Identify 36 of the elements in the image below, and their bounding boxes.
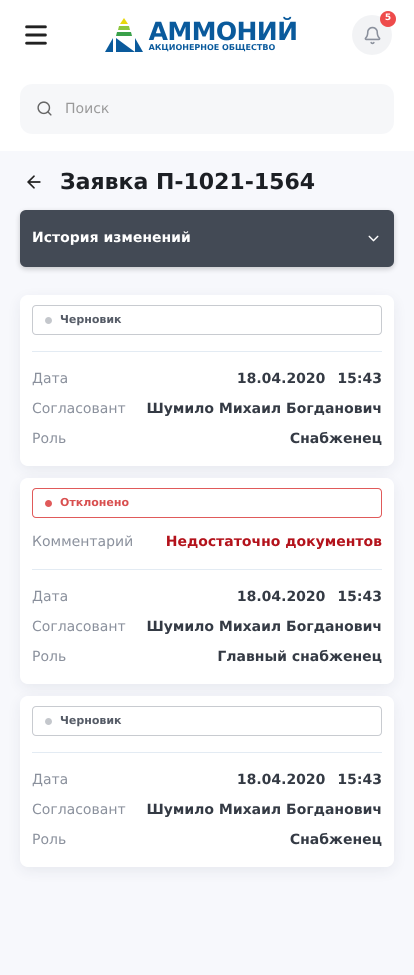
field-value: Шумило Михаил Богданович [146, 800, 382, 820]
field-value: Снабженец [290, 430, 382, 448]
field-label: Комментарий [32, 533, 134, 552]
field-value: Шумило Михаил Богданович [146, 400, 382, 418]
date-value: 18.04.2020 [236, 588, 326, 606]
date-value: 18.04.2020 [236, 770, 326, 790]
logo-name: АММОНИЙ [148, 18, 298, 44]
field-label: Согласовант [32, 618, 126, 636]
field-value: Снабженец [290, 830, 382, 850]
time-value: 15:43 [337, 770, 382, 790]
field-label: Дата [32, 588, 68, 606]
search-field[interactable]: Поиск [20, 84, 394, 134]
search-icon [36, 100, 53, 117]
field-label: Согласовант [32, 800, 126, 820]
page-title: Заявка П-1021-1564 [60, 168, 316, 196]
logo-mark-icon [104, 18, 143, 52]
notification-badge: 5 [380, 11, 396, 27]
field-label: Согласовант [32, 400, 126, 418]
field-value: Главный снабженец [217, 648, 382, 666]
time-value: 15:43 [337, 588, 382, 606]
comment-text: Недостаточно документов [166, 533, 382, 552]
field-label: Дата [32, 770, 68, 790]
logo-subtitle: АКЦИОНЕРНОЕ ОБЩЕСТВО [148, 44, 276, 52]
status-label: Черновик [60, 312, 122, 328]
history-accordion[interactable]: История изменений [20, 210, 394, 267]
field-label: Дата [32, 370, 68, 388]
company-logo[interactable]: АММОНИЙ АКЦИОНЕРНОЕ ОБЩЕСТВО [104, 18, 298, 52]
field-label: Роль [32, 830, 66, 850]
field-value: Шумило Михаил Богданович [146, 618, 382, 636]
bell-icon [362, 26, 382, 44]
field-label: Роль [32, 430, 66, 448]
field-label: Роль [32, 648, 66, 666]
status-label: Отклонено [60, 494, 130, 511]
date-value: 18.04.2020 [236, 370, 326, 388]
status-label: Черновик [60, 712, 122, 729]
time-value: 15:43 [337, 370, 382, 388]
